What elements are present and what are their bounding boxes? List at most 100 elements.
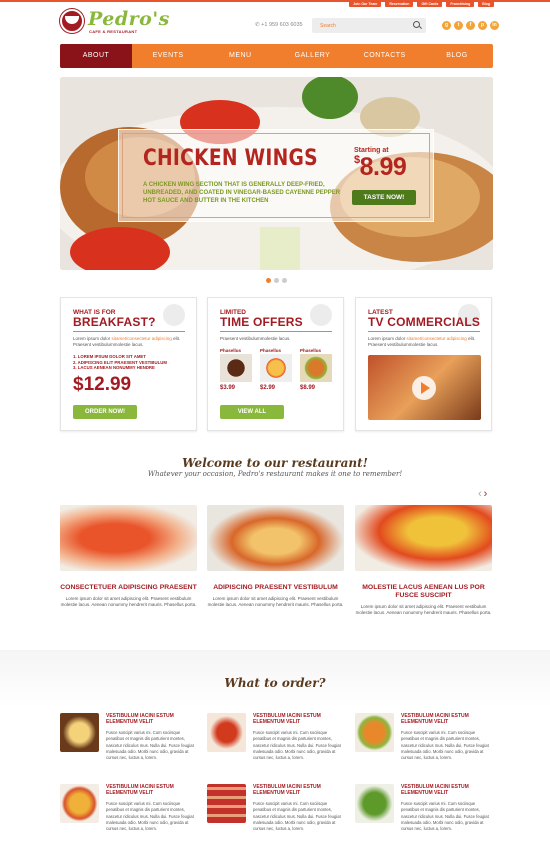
offer-label: Phasellus xyxy=(220,348,242,353)
nav-events[interactable]: EVENTS xyxy=(132,44,204,68)
linkedin-icon[interactable]: in xyxy=(490,21,499,30)
search-icon[interactable] xyxy=(413,21,420,28)
order-item[interactable]: VESTIBULUM IACINI ESTUM ELEMENTUM VELIT … xyxy=(207,713,347,773)
order-image xyxy=(60,713,99,752)
order-item[interactable]: VESTIBULUM IACINI ESTUM ELEMENTUM VELIT … xyxy=(207,784,347,844)
order-item-text: Fusce suscipit varius mi. Cum sociisque … xyxy=(253,801,341,832)
play-icon[interactable] xyxy=(412,376,436,400)
phone-number: ✆ +1 959 603 6035 xyxy=(255,22,303,28)
order-item-title[interactable]: VESTIBULUM IACINI ESTUM ELEMENTUM VELIT xyxy=(253,713,348,725)
feature-title[interactable]: MOLESTIE LACUS AENEAN LUS POR FUSCE SUSC… xyxy=(355,584,492,600)
feature-text: Lorem ipsum dolor sit amet adipiscing el… xyxy=(60,596,197,607)
hero-price-value: 8.99 xyxy=(359,153,407,181)
card-text-link[interactable]: sitamet/consectetur adipiscing xyxy=(407,336,467,341)
card-title: TIME OFFERS xyxy=(220,315,303,329)
order-item-text: Fusce suscipit varius mi. Cum sociisque … xyxy=(106,801,194,832)
tv-card: LATEST TV COMMERCIALS Lorem ipsum dolor … xyxy=(355,297,492,431)
toplink-franchising[interactable]: Franchising xyxy=(446,1,475,7)
order-item-title[interactable]: VESTIBULUM IACINI ESTUM ELEMENTUM VELIT xyxy=(401,784,496,796)
nav-gallery[interactable]: GALLERY xyxy=(276,44,348,68)
order-image xyxy=(355,713,394,752)
slider-dot-2[interactable] xyxy=(274,278,279,283)
card-divider xyxy=(368,331,480,332)
order-item[interactable]: VESTIBULUM IACINI ESTUM ELEMENTUM VELIT … xyxy=(60,784,200,844)
order-item[interactable]: VESTIBULUM IACINI ESTUM ELEMENTUM VELIT … xyxy=(60,713,200,773)
nav-contacts[interactable]: CONTACTS xyxy=(349,44,421,68)
brand-tagline: CAFE & RESTAURANT xyxy=(89,29,138,34)
offer-price: $3.99 xyxy=(220,385,236,391)
feature-image[interactable] xyxy=(60,505,197,571)
offer-image xyxy=(260,354,292,382)
card-title: BREAKFAST? xyxy=(73,315,156,329)
card-divider xyxy=(220,331,332,332)
order-item-title[interactable]: VESTIBULUM IACINI ESTUM ELEMENTUM VELIT xyxy=(106,713,201,725)
feature-image[interactable] xyxy=(207,505,344,571)
offer-item[interactable]: Phasellus $8.99 xyxy=(300,348,332,391)
card-text: Praesent vestibulummolestie lacus. xyxy=(220,336,291,341)
taste-now-button[interactable]: TASTE NOW! xyxy=(352,190,416,205)
offer-label: Phasellus xyxy=(260,348,282,353)
card-text: Lorem ipsum dolor sitamet/consectetur ad… xyxy=(368,336,483,348)
hero-price: $8.99 xyxy=(354,153,407,182)
toplink-blog[interactable]: Blog xyxy=(478,1,494,7)
facebook-icon[interactable]: f xyxy=(466,21,475,30)
order-item[interactable]: VESTIBULUM IACINI ESTUM ELEMENTUM VELIT … xyxy=(355,713,495,773)
order-item-text: Fusce suscipit varius mi. Cum sociisque … xyxy=(253,730,341,761)
offer-item[interactable]: Phasellus $3.99 xyxy=(220,348,252,391)
feature-item: ADIPISCING PRAESENT VESTIBULUM Lorem ips… xyxy=(207,505,344,608)
list-item: 3. LACUS AENEAN NONUMMY HENDRE xyxy=(73,365,155,370)
carousel-arrows: ‹› xyxy=(478,488,489,500)
offers-card: LIMITED TIME OFFERS Praesent vestibulumm… xyxy=(207,297,344,431)
card-text: Lorem ipsum dolor sitamet/consectetur ad… xyxy=(73,336,188,348)
nav-menu[interactable]: MENU xyxy=(204,44,276,68)
toplink-join[interactable]: Join Our Team xyxy=(349,1,382,7)
twitter-icon[interactable]: t xyxy=(454,21,463,30)
order-item-text: Fusce suscipit varius mi. Cum sociisque … xyxy=(401,730,489,761)
google-plus-icon[interactable]: g xyxy=(442,21,451,30)
slider-dots xyxy=(266,278,287,283)
phone-text: +1 959 603 6035 xyxy=(261,22,303,28)
order-image xyxy=(207,713,246,752)
offer-price: $8.99 xyxy=(300,385,316,391)
order-item-text: Fusce suscipit varius mi. Cum sociisque … xyxy=(401,801,489,832)
card-text-a: Lorem ipsum dolor xyxy=(73,336,112,341)
pinterest-icon[interactable]: p xyxy=(478,21,487,30)
video-player[interactable] xyxy=(368,355,481,420)
chevron-right-icon[interactable]: › xyxy=(484,488,490,500)
view-all-button[interactable]: VIEW ALL xyxy=(220,405,284,419)
nav-blog[interactable]: BLOG xyxy=(421,44,493,68)
card-text-a: Lorem ipsum dolor xyxy=(368,336,407,341)
slider-dot-3[interactable] xyxy=(282,278,287,283)
order-item-title[interactable]: VESTIBULUM IACINI ESTUM ELEMENTUM VELIT xyxy=(401,713,496,725)
feature-item: MOLESTIE LACUS AENEAN LUS POR FUSCE SUSC… xyxy=(355,505,492,616)
breakfast-list: 1. LOREM IPSUM DOLOR SIT AMET 2. ADIPISC… xyxy=(73,354,167,371)
brand-name[interactable]: Pedro's xyxy=(88,8,170,30)
order-item-title[interactable]: VESTIBULUM IACINI ESTUM ELEMENTUM VELIT xyxy=(253,784,348,796)
bowl-deco-icon xyxy=(310,304,332,326)
toplink-reservation[interactable]: Reservation xyxy=(385,1,414,7)
toplink-gift-cards[interactable]: Gift Cards xyxy=(417,1,443,7)
teapot-icon xyxy=(163,304,185,326)
order-now-button[interactable]: ORDER NOW! xyxy=(73,405,137,419)
slider-dot-1[interactable] xyxy=(266,278,271,283)
hero-description: A chicken wing section that is generally… xyxy=(143,182,341,204)
order-image xyxy=(207,784,246,823)
welcome-title: Welcome to our restaurant! xyxy=(182,456,368,470)
order-item-title[interactable]: VESTIBULUM IACINI ESTUM ELEMENTUM VELIT xyxy=(106,784,201,796)
order-image xyxy=(355,784,394,823)
order-item[interactable]: VESTIBULUM IACINI ESTUM ELEMENTUM VELIT … xyxy=(355,784,495,844)
offer-price: $2.99 xyxy=(260,385,276,391)
feature-image[interactable] xyxy=(355,505,492,571)
search-placeholder: Search xyxy=(320,23,336,29)
card-text-link[interactable]: sitamet/consectetur adipiscing xyxy=(112,336,172,341)
order-title: What to order? xyxy=(224,676,326,690)
order-item-text: Fusce suscipit varius mi. Cum sociisque … xyxy=(106,730,194,761)
nav-about[interactable]: ABOUT xyxy=(60,44,132,68)
offer-item[interactable]: Phasellus $2.99 xyxy=(260,348,292,391)
feature-title[interactable]: CONSECTETUER ADIPISCING PRAESENT xyxy=(60,584,197,592)
card-title: TV COMMERCIALS xyxy=(368,315,481,329)
welcome-subtitle: Whatever your occasion, Pedro's restaura… xyxy=(147,470,403,478)
feature-title[interactable]: ADIPISCING PRAESENT VESTIBULUM xyxy=(207,584,344,592)
offer-label: Phasellus xyxy=(300,348,322,353)
hero-title: CHICKEN WINGS xyxy=(143,146,318,171)
